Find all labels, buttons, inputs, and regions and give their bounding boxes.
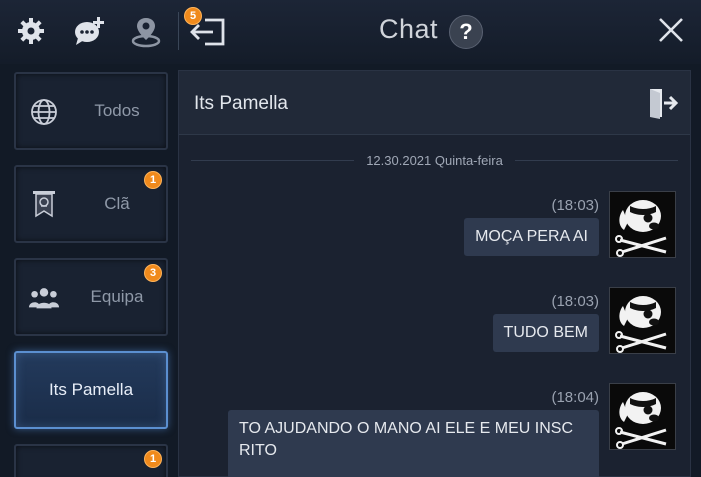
channel-sidebar: Todos Clã 1 Equipa 3 Its Pamella 1 [0,64,177,477]
close-icon[interactable] [655,14,687,46]
sidebar-item-todos[interactable]: Todos [14,72,168,150]
message-text: TUDO BEM [503,324,588,341]
gear-icon[interactable] [14,12,48,50]
sidebar-item-label: Todos [94,101,140,120]
message-bubble: TUDO BEM [492,314,599,352]
leave-conversation-icon[interactable] [644,85,680,121]
date-label: 12.30.2021 Quinta-feira [366,152,503,168]
divider [191,159,355,161]
conversation-panel: Its Pamella 12.30.2021 Quinta-feira (18:… [178,70,691,477]
unread-badge: 1 [144,171,162,189]
sidebar-item-equipa[interactable]: Equipa 3 [14,258,168,336]
divider [514,159,679,161]
top-bar: 5 Chat ? [0,0,701,64]
message-text-line: TO AJUDANDO O MANO AI ELE E MEU INSC [239,420,573,437]
avatar[interactable] [609,287,676,354]
sidebar-item-cla[interactable]: Clã 1 [14,165,168,243]
globe-icon [28,96,60,128]
avatar[interactable] [609,383,676,450]
message-text: MOÇA PERA AI [475,228,588,245]
avatar[interactable] [609,191,676,258]
message-text-line: RITO [239,442,277,459]
help-button[interactable]: ? [449,15,483,49]
location-icon[interactable] [129,12,163,50]
chat-title: Chat [379,14,439,44]
sidebar-item-label: Its Pamella [48,380,134,399]
unread-badge: 1 [144,450,162,468]
add-chat-icon[interactable] [72,12,106,50]
conversation-header: Its Pamella [179,71,690,135]
sidebar-item-its-pamella[interactable]: Its Pamella [14,351,168,429]
message-time: (18:03) [551,293,599,310]
message-bubble: TO AJUDANDO O MANO AI ELE E MEU INSC RIT… [228,410,599,477]
message-time: (18:03) [551,197,599,214]
sidebar-item-more[interactable]: 1 [14,444,168,477]
exit-badge: 5 [184,7,202,25]
message-time: (18:04) [551,389,599,406]
date-separator: 12.30.2021 Quinta-feira [191,151,679,169]
clan-banner-icon [28,189,60,221]
team-icon [28,282,60,314]
contact-name: Its Pamella [194,93,288,114]
topbar-divider [178,12,179,50]
message-bubble: MOÇA PERA AI [464,218,599,256]
unread-badge: 3 [144,264,162,282]
